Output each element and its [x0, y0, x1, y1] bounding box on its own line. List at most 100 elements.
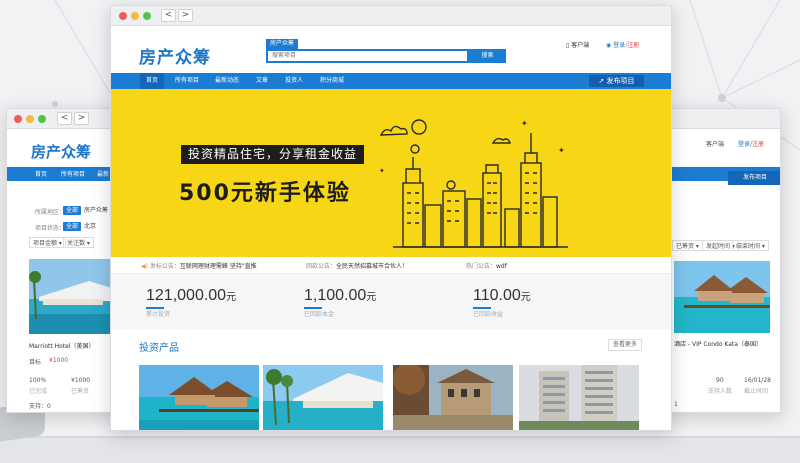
maximize-dot-icon[interactable]	[38, 115, 46, 123]
filter-chip-all[interactable]: 全部	[63, 206, 82, 215]
deadline-value: 16/01/28	[744, 377, 771, 384]
login-register: ◉ 登录/注册	[606, 40, 639, 49]
progress-label: 已完成	[29, 388, 48, 395]
login-link[interactable]: 登录/注册	[738, 139, 764, 148]
site-logo[interactable]: 房产众筹	[31, 141, 91, 162]
nav-item-all-projects[interactable]: 所有项目	[61, 169, 85, 178]
stat-value: 1,100.00	[304, 287, 367, 304]
raised-value: ¥1000	[71, 377, 91, 384]
announcement-item[interactable]: 回款公告：全民天然招募城市合伙人！	[306, 261, 408, 270]
stats-panel: 121,000.00元 累计投资 1,100.00元 已回款本金 110.00元…	[111, 274, 671, 329]
close-dot-icon[interactable]	[14, 115, 22, 123]
forward-button[interactable]: >	[74, 112, 89, 125]
back-button[interactable]: <	[161, 9, 176, 22]
phone-icon: ▯	[566, 42, 570, 49]
announcement-label: 发标公告：	[149, 263, 180, 270]
filter-chip-category[interactable]: 房产众筹	[81, 206, 111, 215]
stat-unit: 元	[366, 292, 377, 303]
nav-item-home[interactable]: 首页	[35, 169, 47, 178]
minimize-dot-icon[interactable]	[26, 115, 34, 123]
minimize-dot-icon[interactable]	[131, 12, 139, 20]
stat-label: 累计投资	[146, 311, 171, 318]
filter-chip-city[interactable]: 北京	[81, 222, 99, 231]
item-title[interactable]: Marriott Hotel（美国）	[29, 341, 95, 350]
search-box	[266, 49, 469, 63]
announcement-text[interactable]: 互联网理财理需峰 坚持"直推	[180, 263, 257, 270]
forward-button[interactable]: >	[178, 9, 193, 22]
announcement-item[interactable]: ◀) 发标公告：互联网理财理需峰 坚持"直推	[141, 261, 257, 270]
stat-returned-income: 110.00元	[473, 287, 531, 305]
nav-item-all-projects[interactable]: 所有项目	[169, 73, 205, 89]
stat-total-invest: 121,000.00元	[146, 287, 236, 305]
stat-returned-principal: 1,100.00元	[304, 287, 376, 305]
resort-villa-photo[interactable]	[139, 365, 259, 431]
notice-bar: ◀) 发标公告：互联网理财理需峰 坚持"直推 回款公告：全民天然招募城市合伙人！…	[111, 257, 671, 274]
publish-button[interactable]: ➚ 发布项目	[589, 75, 644, 87]
publish-label[interactable]: 发布项目	[607, 77, 635, 85]
user-icon: ◉	[606, 42, 612, 49]
back-button[interactable]: <	[57, 112, 72, 125]
sort-amount-button[interactable]: 项目金额 ▾	[29, 237, 66, 248]
support-label: 支持人数	[708, 388, 733, 395]
publish-button[interactable]: 发布项目	[728, 171, 780, 185]
resort-photo[interactable]	[674, 261, 770, 333]
nav-item-points-mall[interactable]: 积分商城	[314, 73, 350, 89]
stat-label: 已回款本金	[304, 311, 335, 318]
maximize-dot-icon[interactable]	[143, 12, 151, 20]
stone-villa-photo[interactable]	[393, 365, 513, 431]
stat-unit: 元	[226, 292, 237, 303]
target-value: ¥1000	[49, 357, 69, 364]
browser-chrome: < >	[111, 6, 671, 26]
item-count: 1	[674, 401, 678, 408]
stat-unit: 元	[520, 292, 531, 303]
view-more-button[interactable]: 查看更多	[608, 339, 642, 351]
promo-banner[interactable]: 投资精品住宅，分享租金收益 500元新手体验 ✦ ✦ ✦	[111, 89, 671, 257]
announcement-label: 回款公告：	[306, 263, 337, 270]
showcase-stage: < > 房产众筹 首页 所有项目 最新 所属地区： 全部 房产众筹 项目状态： …	[0, 0, 800, 463]
banner-tagline: 投资精品住宅，分享租金收益	[181, 145, 365, 164]
register-link[interactable]: 注册	[627, 42, 639, 49]
announcement-text[interactable]: 全民天然招募城市合伙人！	[336, 263, 408, 270]
nav-item-home[interactable]: 首页	[140, 73, 165, 89]
register-text[interactable]: 注册	[752, 141, 764, 148]
main-browser-window: < > 房产众筹 房产众筹 搜索 ▯ 客户端 ◉ 登录/注册 首页 所有项目 最…	[110, 5, 672, 431]
login-text[interactable]: 登录	[738, 141, 750, 148]
speaker-icon: ◀)	[141, 263, 148, 270]
login-link[interactable]: 登录	[613, 42, 625, 49]
target-label: 目标	[29, 359, 42, 366]
apartment-tower-photo[interactable]	[519, 365, 639, 431]
client-link[interactable]: ▯ 客户端	[566, 40, 589, 49]
svg-text:✦: ✦	[521, 119, 528, 128]
support-count: 支持：0	[29, 403, 51, 410]
announcement-text[interactable]: wdf	[496, 263, 507, 270]
search-button[interactable]: 搜索	[469, 49, 506, 63]
close-dot-icon[interactable]	[119, 12, 127, 20]
client-link[interactable]: 客户端	[706, 139, 724, 148]
stat-value: 110.00	[473, 287, 521, 304]
hotel-photo[interactable]	[29, 259, 115, 334]
search-input[interactable]	[272, 52, 422, 59]
progress-value: 100%	[29, 377, 47, 384]
sort-raised-button[interactable]: 已筹资 ▾	[672, 240, 703, 251]
nav-item-latest[interactable]: 最新	[97, 169, 109, 178]
filter-status-label: 项目状态：	[35, 225, 66, 232]
item-title[interactable]: 酒店 - VIP Condo Kata（泰国）	[674, 339, 762, 348]
filter-chip-all[interactable]: 全部	[63, 222, 82, 231]
floor	[0, 438, 800, 463]
site-logo[interactable]: 房产众筹	[139, 43, 211, 68]
filter-region-label: 所属地区：	[35, 209, 66, 216]
main-nav-bar: 首页 所有项目 最新动态 文章 投资人 积分商城	[111, 73, 671, 89]
sort-end-button[interactable]: 结束时间 ▾	[732, 240, 769, 251]
nav-item-investors[interactable]: 投资人	[279, 73, 309, 89]
announcement-item[interactable]: 热门公告：wdf	[466, 261, 507, 270]
send-icon: ➚	[598, 77, 605, 85]
city-skyline-illustration: ✦ ✦ ✦	[379, 119, 568, 248]
client-label[interactable]: 客户端	[571, 42, 589, 49]
stat-label: 已回款收益	[473, 311, 504, 318]
stat-value: 121,000.00	[146, 287, 227, 304]
sort-follow-button[interactable]: 关注数 ▾	[63, 237, 94, 248]
nav-item-latest-news[interactable]: 最新动态	[209, 73, 245, 89]
nav-item-articles[interactable]: 文章	[250, 73, 274, 89]
search-category-tab[interactable]: 房产众筹	[266, 39, 299, 49]
beach-pavilion-photo[interactable]	[263, 365, 383, 431]
